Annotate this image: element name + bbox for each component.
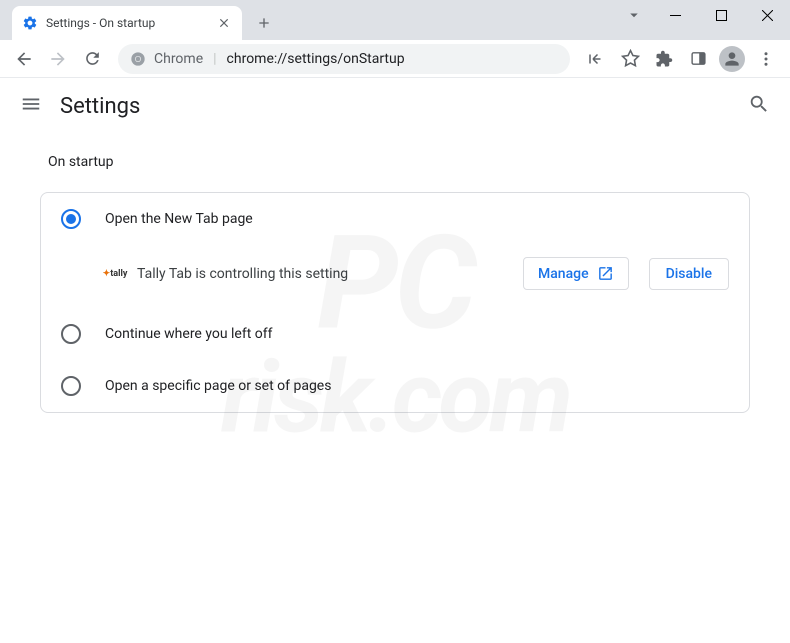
new-tab-button[interactable] (250, 9, 278, 37)
option-label: Open the New Tab page (105, 211, 253, 227)
window-controls (616, 0, 790, 30)
settings-icon (22, 15, 38, 31)
url-scheme-label: Chrome (154, 51, 203, 67)
page-title: Settings (60, 94, 730, 119)
disable-button[interactable]: Disable (649, 258, 729, 290)
url-separator: | (213, 51, 216, 67)
option-new-tab[interactable]: Open the New Tab page (41, 193, 749, 245)
address-bar[interactable]: Chrome | chrome://settings/onStartup (118, 44, 570, 74)
page-header: Settings (0, 78, 790, 134)
manage-button[interactable]: Manage (523, 257, 629, 290)
browser-toolbar: Chrome | chrome://settings/onStartup (0, 40, 790, 78)
window-titlebar: Settings - On startup (0, 0, 790, 40)
chrome-icon (130, 51, 146, 67)
maximize-button[interactable] (698, 0, 744, 30)
option-label: Continue where you left off (105, 326, 273, 342)
section-title: On startup (48, 154, 750, 170)
back-button[interactable] (8, 43, 40, 75)
controlled-message: Tally Tab is controlling this setting (137, 266, 511, 282)
extension-logo-icon: ✦tally (105, 264, 125, 284)
profile-avatar[interactable] (719, 46, 745, 72)
option-label: Open a specific page or set of pages (105, 378, 331, 394)
browser-tab[interactable]: Settings - On startup (12, 6, 242, 40)
sidepanel-icon[interactable] (682, 43, 714, 75)
options-card: Open the New Tab page ✦tally Tally Tab i… (40, 192, 750, 413)
option-specific-pages[interactable]: Open a specific page or set of pages (41, 360, 749, 412)
radio-unselected-icon[interactable] (61, 324, 81, 344)
bookmark-icon[interactable] (614, 43, 646, 75)
url-path: chrome://settings/onStartup (227, 51, 558, 67)
radio-selected-icon[interactable] (61, 209, 81, 229)
radio-unselected-icon[interactable] (61, 376, 81, 396)
tab-title: Settings - On startup (46, 16, 208, 30)
option-continue[interactable]: Continue where you left off (41, 308, 749, 360)
tab-search-icon[interactable] (616, 0, 652, 30)
close-window-button[interactable] (744, 0, 790, 30)
minimize-button[interactable] (652, 0, 698, 30)
extensions-icon[interactable] (648, 43, 680, 75)
share-icon[interactable] (580, 43, 612, 75)
startup-section: On startup Open the New Tab page ✦tally … (0, 134, 790, 433)
close-tab-icon[interactable] (216, 15, 232, 31)
menu-icon[interactable] (750, 43, 782, 75)
extension-control-notice: ✦tally Tally Tab is controlling this set… (41, 245, 749, 308)
hamburger-icon[interactable] (20, 93, 42, 119)
manage-label: Manage (538, 266, 589, 282)
open-external-icon (597, 265, 614, 282)
forward-button[interactable] (42, 43, 74, 75)
page-content: Settings On startup Open the New Tab pag… (0, 78, 790, 433)
reload-button[interactable] (76, 43, 108, 75)
search-icon[interactable] (748, 93, 770, 119)
